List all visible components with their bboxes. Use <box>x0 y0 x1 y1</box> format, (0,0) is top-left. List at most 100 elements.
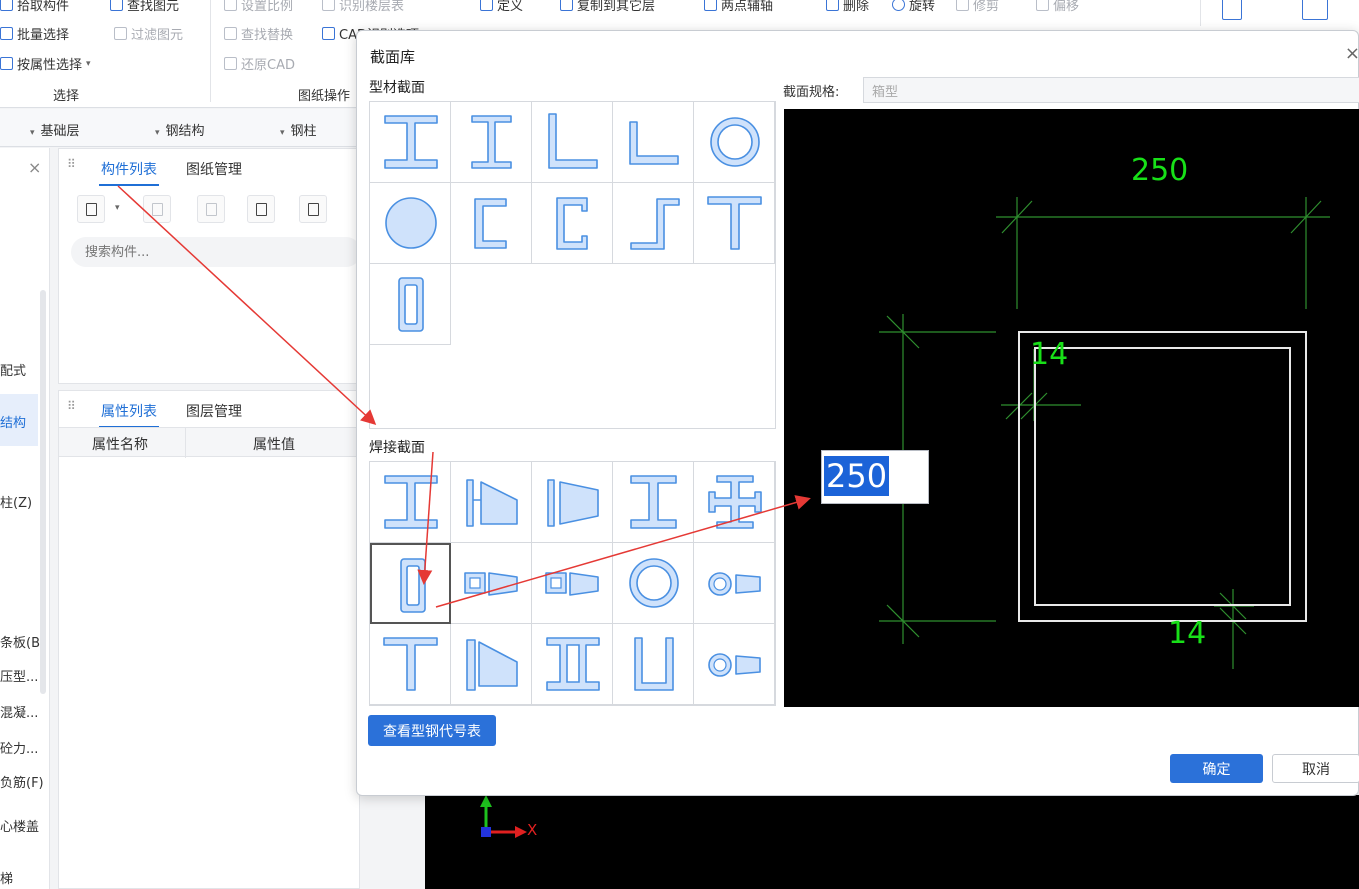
section-shape-cell[interactable] <box>613 102 694 183</box>
close-icon[interactable]: × <box>28 158 41 177</box>
pick-component-button[interactable]: 拾取构件 <box>0 0 69 14</box>
tab-drawing-manage[interactable]: 图纸管理 <box>186 159 242 179</box>
tab-layer-manage[interactable]: 图层管理 <box>186 401 242 421</box>
pipe-icon <box>710 117 760 167</box>
section-shape-cell[interactable] <box>694 543 775 624</box>
trim-button[interactable]: 修剪 <box>956 0 999 14</box>
box-tapered-2-icon <box>545 572 599 596</box>
layer-find-icon <box>1302 0 1328 20</box>
channel-icon <box>474 198 507 249</box>
axis-indicator <box>480 795 527 838</box>
section-shape-cell[interactable] <box>532 102 613 183</box>
double-i-icon <box>546 637 600 691</box>
layer-find-button[interactable] <box>1302 0 1328 20</box>
nav-item[interactable]: 条板(B <box>0 632 40 651</box>
chevron-down-icon[interactable]: ▾ <box>115 203 120 213</box>
rect-tube-icon <box>398 277 424 332</box>
drag-handle-icon[interactable]: ⠿ <box>67 399 76 413</box>
t-section-icon <box>707 196 762 250</box>
section-shape-cell[interactable] <box>694 462 775 543</box>
section-shape-cell[interactable] <box>370 183 451 264</box>
drawing-canvas[interactable]: X <box>425 795 1359 889</box>
define-icon <box>480 0 493 11</box>
define-button[interactable]: 定义 <box>480 0 523 14</box>
column-header-value: 属性值 <box>253 437 295 453</box>
nav-item[interactable]: 混凝... <box>0 702 38 721</box>
find-replace-button[interactable]: 查找替换 <box>224 24 293 43</box>
layer-icon-button[interactable] <box>1222 0 1242 20</box>
chevron-down-icon: ▾ <box>280 128 285 138</box>
find-element-button[interactable]: 查找图元 <box>110 0 179 14</box>
tab-component-list[interactable]: 构件列表 <box>99 159 159 186</box>
close-icon[interactable]: × <box>1345 43 1359 64</box>
offset-button[interactable]: 偏移 <box>1036 0 1079 14</box>
dialog-title: 截面库 <box>370 48 416 66</box>
nav-item-column[interactable]: 柱(Z) <box>0 492 32 511</box>
nav-item[interactable]: 负筋(F) <box>0 772 44 791</box>
select-by-attribute-button[interactable]: 按属性选择 ▾ <box>0 54 91 73</box>
scale-icon <box>224 0 237 11</box>
floor-dropdown[interactable]: ▾ 基础层 <box>30 120 80 139</box>
section-shape-cell[interactable] <box>451 543 532 624</box>
delete-button[interactable]: 删除 <box>826 0 869 14</box>
set-scale-button[interactable]: 设置比例 <box>224 0 293 14</box>
nav-item[interactable]: 心楼盖 <box>0 816 39 835</box>
section-shape-cell[interactable] <box>532 543 613 624</box>
section-shape-cell[interactable] <box>613 183 694 264</box>
confirm-button[interactable]: 确定 <box>1170 754 1263 783</box>
section-shape-cell[interactable] <box>451 183 532 264</box>
nav-item[interactable]: 配式 <box>0 360 26 379</box>
section-shape-cell[interactable] <box>451 462 532 543</box>
section-preview-canvas[interactable]: 250 14 14 250 <box>784 109 1359 707</box>
column-header-name: 属性名称 <box>92 437 148 453</box>
nav-item[interactable]: 梯 <box>0 868 13 887</box>
view-steel-code-table-button[interactable]: 查看型钢代号表 <box>368 715 496 746</box>
section-shape-cell[interactable] <box>370 264 451 345</box>
batch-select-button[interactable]: 批量选择 <box>0 24 69 43</box>
nav-item[interactable]: 压型... <box>0 666 38 685</box>
tapered-i-icon <box>547 479 599 527</box>
section-shape-cell[interactable] <box>370 102 451 183</box>
category-dropdown[interactable]: ▾ 钢结构 <box>155 120 205 139</box>
cancel-button[interactable]: 取消 <box>1272 754 1359 783</box>
welded-i-icon <box>384 475 438 529</box>
section-shape-cell[interactable] <box>532 624 613 705</box>
section-shape-cell[interactable] <box>370 624 451 705</box>
rotate-button[interactable]: 旋转 <box>892 0 935 14</box>
height-dimension-edit-box[interactable]: 250 <box>821 450 929 504</box>
section-shape-cell[interactable] <box>451 102 532 183</box>
copy-component-button[interactable] <box>143 195 171 223</box>
section-shape-cell[interactable] <box>613 624 694 705</box>
search-component-input[interactable] <box>71 237 361 267</box>
delete-component-button[interactable] <box>197 195 225 223</box>
height-dimension-selected-text[interactable]: 250 <box>824 456 890 496</box>
section-shape-cell[interactable] <box>613 462 694 543</box>
profile-section-label: 型材截面 <box>369 80 425 96</box>
section-shape-cell[interactable] <box>451 624 532 705</box>
section-shape-cell[interactable] <box>370 543 451 624</box>
component-type-dropdown[interactable]: ▾ 钢柱 <box>280 120 317 139</box>
section-shape-cell[interactable] <box>694 102 775 183</box>
nav-scrollbar[interactable] <box>40 290 46 694</box>
trash-icon <box>206 203 217 216</box>
section-shape-cell[interactable] <box>613 543 694 624</box>
two-point-axis-button[interactable]: 两点辅轴 <box>704 0 773 14</box>
tab-property-list[interactable]: 属性列表 <box>99 401 159 428</box>
section-shape-cell[interactable] <box>370 462 451 543</box>
save-component-button[interactable] <box>299 195 327 223</box>
copy-icon <box>152 203 163 216</box>
section-shape-cell[interactable] <box>694 624 775 705</box>
section-shape-cell[interactable] <box>532 462 613 543</box>
new-component-button[interactable] <box>77 195 105 223</box>
identify-floor-table-button[interactable]: 识别楼层表 <box>322 0 404 14</box>
nav-item-structure[interactable]: 结构 <box>0 394 38 446</box>
restore-cad-button[interactable]: 还原CAD <box>224 54 295 73</box>
duplicate-component-button[interactable] <box>247 195 275 223</box>
copy-to-floor-button[interactable]: 复制到其它层 <box>560 0 655 14</box>
nav-item[interactable]: 砼力... <box>0 738 38 757</box>
drag-handle-icon[interactable]: ⠿ <box>67 157 76 171</box>
spec-field[interactable] <box>863 77 1359 103</box>
filter-element-button[interactable]: 过滤图元 <box>114 24 183 43</box>
section-shape-cell[interactable] <box>694 183 775 264</box>
section-shape-cell[interactable] <box>532 183 613 264</box>
